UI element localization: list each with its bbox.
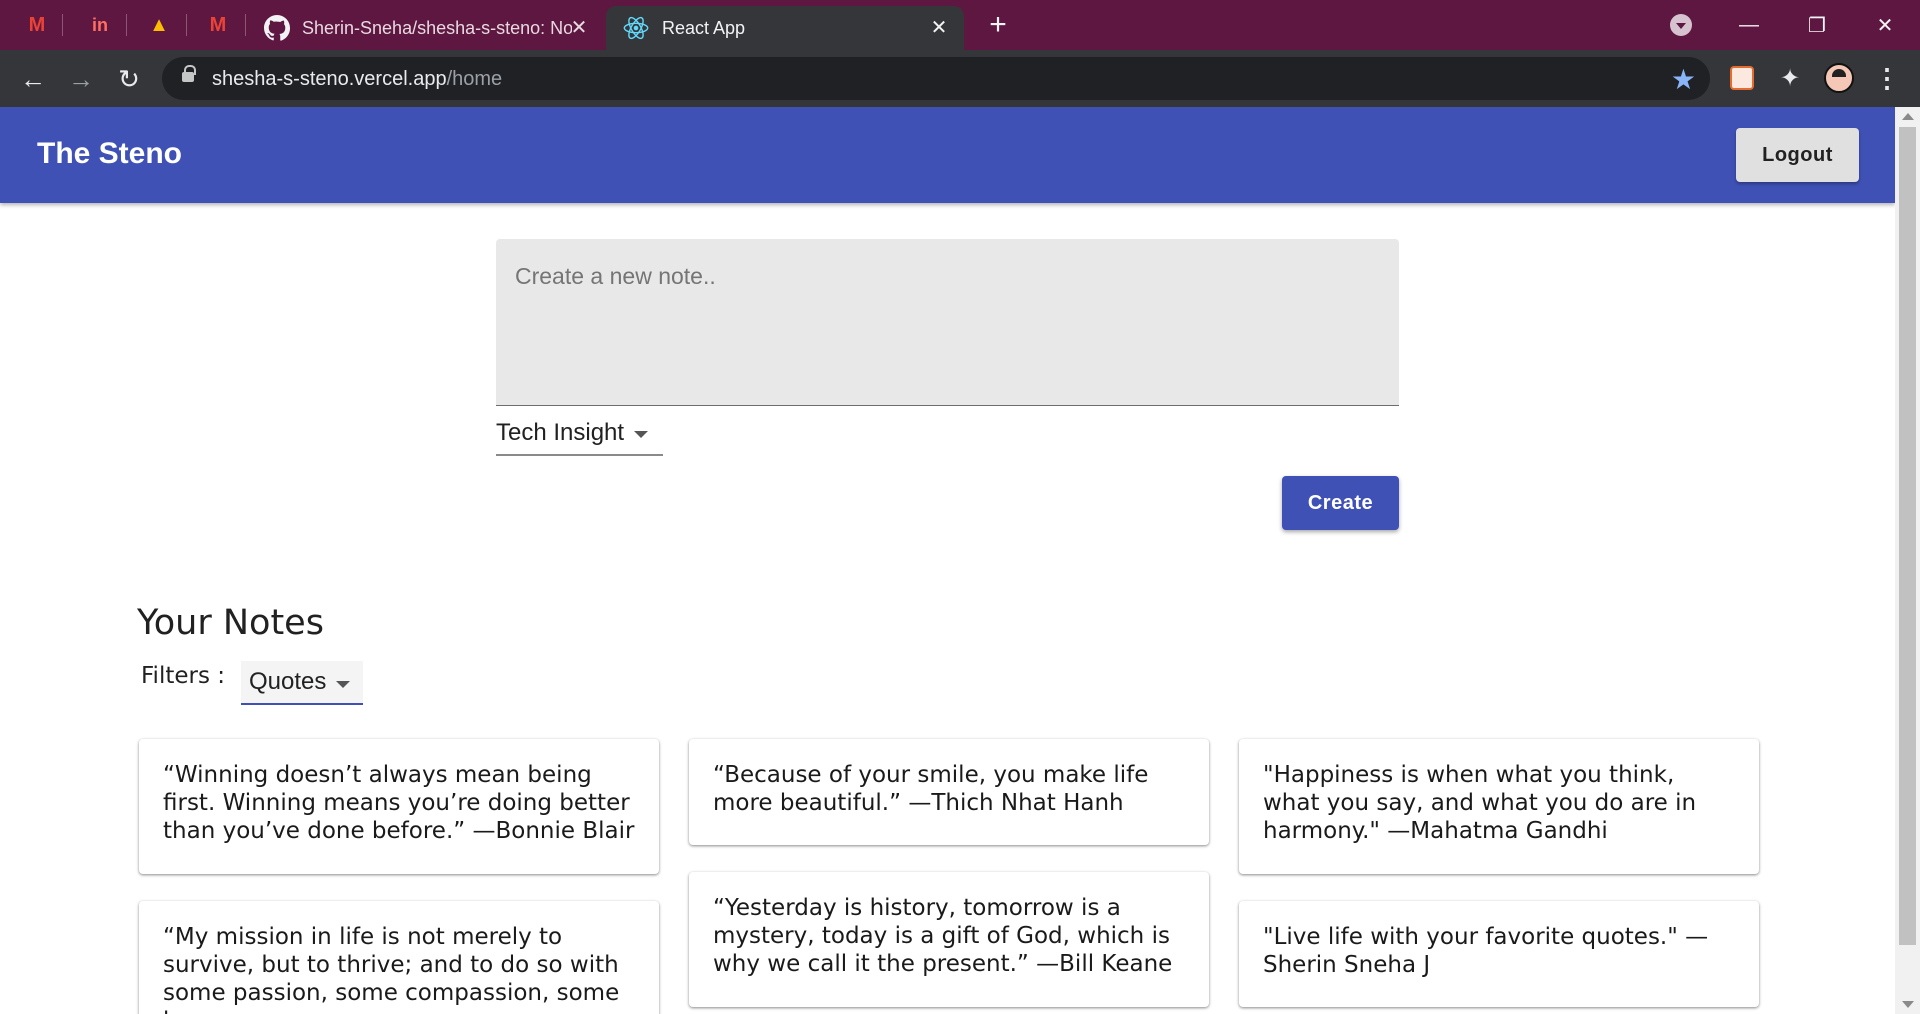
new-tab-button[interactable]: + xyxy=(984,10,1012,40)
create-button[interactable]: Create xyxy=(1282,476,1399,530)
note-text: "Happiness is when what you think, what … xyxy=(1263,762,1697,844)
note-text: “Because of your smile, you make life mo… xyxy=(713,762,1149,816)
react-icon xyxy=(623,16,649,40)
restore-button[interactable]: ❐ xyxy=(1788,0,1846,50)
url-path: /home xyxy=(446,68,503,90)
lock-icon xyxy=(182,65,196,85)
forward-icon[interactable]: → xyxy=(64,62,98,96)
scrollbar-thumb[interactable] xyxy=(1899,127,1916,945)
app-bar: The Steno Logout xyxy=(0,107,1895,203)
filter-select[interactable]: Quotes xyxy=(241,661,363,705)
filters-label: Filters : xyxy=(141,663,226,689)
note-card[interactable]: “My mission in life is not merely to sur… xyxy=(139,901,659,1014)
note-card[interactable]: “Yesterday is history, tomorrow is a mys… xyxy=(689,872,1209,1007)
caret-down-icon xyxy=(336,680,351,688)
url-text: shesha-s-steno.vercel.app/home xyxy=(212,68,502,91)
extension-icon[interactable] xyxy=(1727,63,1757,93)
note-text: “Winning doesn’t always mean being first… xyxy=(163,762,635,844)
browser-menu-icon[interactable]: ⋮ xyxy=(1872,63,1902,93)
back-icon[interactable]: ← xyxy=(16,62,50,96)
gmail-icon[interactable]: M xyxy=(22,10,52,40)
logout-button[interactable]: Logout xyxy=(1736,128,1859,182)
note-text: "Live life with your favorite quotes." —… xyxy=(1263,924,1709,978)
tab-separator xyxy=(245,14,246,36)
tab-github[interactable]: Sherin-Sneha/shesha-s-steno: No ✕ xyxy=(258,6,604,50)
scroll-down-icon[interactable] xyxy=(1902,1001,1914,1008)
note-text: “Yesterday is history, tomorrow is a mys… xyxy=(713,895,1173,977)
category-value: Tech Insight xyxy=(496,418,625,446)
vertical-scrollbar[interactable] xyxy=(1895,107,1920,1014)
extensions-puzzle-icon[interactable]: ✦ xyxy=(1775,63,1805,93)
note-card[interactable]: “Because of your smile, you make life mo… xyxy=(689,739,1209,845)
filter-value: Quotes xyxy=(249,668,327,695)
tab-title: React App xyxy=(662,17,746,38)
address-bar[interactable]: shesha-s-steno.vercel.app/home ★ xyxy=(162,57,1710,100)
page-viewport: The Steno Logout Tech Insight Create You… xyxy=(0,107,1920,1014)
caret-down-icon xyxy=(634,431,649,438)
note-card[interactable]: “Winning doesn’t always mean being first… xyxy=(139,739,659,874)
category-select[interactable]: Tech Insight xyxy=(496,411,663,456)
reload-icon[interactable]: ↻ xyxy=(112,62,146,96)
new-note-field[interactable] xyxy=(496,239,1399,406)
bookmark-star-icon[interactable]: ★ xyxy=(1671,63,1696,96)
tab-react-app[interactable]: React App ✕ xyxy=(606,6,964,50)
google-drive-icon[interactable]: ▲ xyxy=(144,10,174,40)
tab-title: Sherin-Sneha/shesha-s-steno: No xyxy=(302,17,572,38)
note-card[interactable]: "Live life with your favorite quotes." —… xyxy=(1239,901,1759,1007)
window-close-button[interactable]: ✕ xyxy=(1856,0,1914,50)
browser-tab-strip: M in ▲ M Sherin-Sneha/shesha-s-steno: No… xyxy=(0,0,1920,50)
minimize-button[interactable]: — xyxy=(1720,0,1778,50)
tab-separator xyxy=(62,14,63,36)
profile-avatar[interactable] xyxy=(1824,63,1854,93)
scroll-up-icon[interactable] xyxy=(1902,113,1914,120)
browser-toolbar: ← → ↻ shesha-s-steno.vercel.app/home ★ ✦… xyxy=(0,50,1920,107)
close-tab-icon[interactable]: ✕ xyxy=(928,16,950,39)
tab-separator xyxy=(126,14,127,36)
github-icon xyxy=(264,15,290,41)
close-tab-icon[interactable]: ✕ xyxy=(568,16,590,39)
url-host: shesha-s-steno.vercel.app xyxy=(212,68,447,90)
brand-title: The Steno xyxy=(37,137,183,170)
invision-icon[interactable]: in xyxy=(85,10,115,40)
note-text: “My mission in life is not merely to sur… xyxy=(163,924,620,1014)
note-card[interactable]: "Happiness is when what you think, what … xyxy=(1239,739,1759,874)
notes-heading: Your Notes xyxy=(137,603,324,643)
new-note-textarea[interactable] xyxy=(496,239,1399,405)
tab-search-icon[interactable] xyxy=(1670,14,1692,36)
tab-separator xyxy=(186,14,187,36)
gmail-icon[interactable]: M xyxy=(203,10,233,40)
